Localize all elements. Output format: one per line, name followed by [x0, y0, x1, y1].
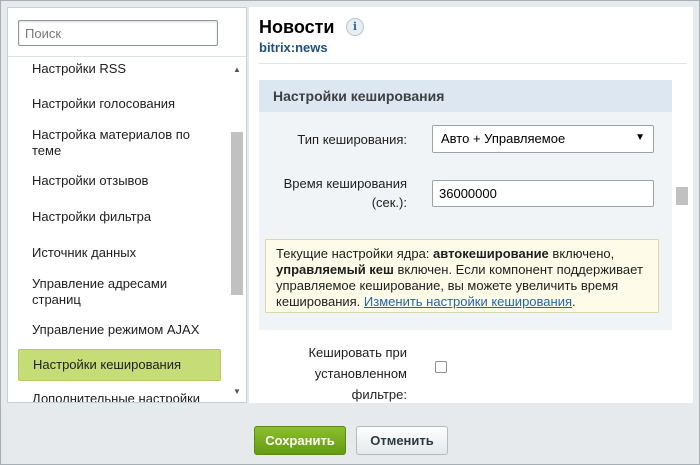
- sidebar-item-data-source[interactable]: Источник данных: [18, 245, 221, 261]
- cache-type-value: Авто + Управляемое: [441, 131, 566, 146]
- scroll-down-icon[interactable]: ▼: [231, 386, 243, 398]
- sidebar-item-additional[interactable]: Дополнительные настройки: [18, 391, 221, 402]
- cache-time-input[interactable]: [432, 180, 654, 207]
- sidebar-item-caching[interactable]: Настройки кеширования: [18, 349, 221, 381]
- notice-text: включено,: [548, 246, 615, 261]
- sidebar-item-related-materials[interactable]: Настройка материалов по теме: [18, 127, 221, 159]
- sidebar-item-ajax-mode[interactable]: Управление режимом AJAX: [18, 322, 221, 338]
- search-input[interactable]: [18, 20, 218, 46]
- main-scrollbar-thumb[interactable]: [676, 187, 688, 205]
- main-scrollbar[interactable]: [672, 71, 689, 401]
- filter-cache-label-line-2: установленном: [314, 366, 407, 381]
- divider: [8, 56, 246, 57]
- sidebar-item-reviews[interactable]: Настройки отзывов: [18, 173, 221, 189]
- change-cache-settings-link[interactable]: Изменить настройки кеширования: [364, 294, 572, 309]
- cancel-button[interactable]: Отменить: [356, 426, 448, 455]
- cache-time-label: Время кеширования (сек.):: [279, 174, 407, 212]
- scroll-up-icon[interactable]: ▲: [231, 64, 243, 76]
- sidebar-item-filter[interactable]: Настройки фильтра: [18, 209, 221, 225]
- cache-time-label-line-2: (сек.):: [371, 195, 407, 210]
- divider: [259, 63, 687, 64]
- sidebar-item-page-urls[interactable]: Управление адресами страниц: [18, 276, 221, 308]
- filter-cache-label-line-3: фильтре:: [351, 387, 407, 402]
- component-settings-dialog: Настройки RSS Настройки голосования Наст…: [0, 0, 700, 465]
- notice-text: Текущие настройки ядра:: [276, 246, 434, 261]
- sidebar-item-voting[interactable]: Настройки голосования: [18, 96, 221, 112]
- component-code: bitrix:news: [259, 40, 328, 55]
- notice-bold-autocache: автокеширование: [433, 246, 549, 261]
- chevron-down-icon: ▼: [635, 132, 645, 143]
- sidebar-item-rss[interactable]: Настройки RSS: [18, 61, 221, 77]
- sidebar-scrollbar-thumb[interactable]: [231, 132, 243, 295]
- info-icon[interactable]: i: [346, 18, 364, 36]
- cache-time-label-line-1: Время кеширования: [283, 176, 407, 191]
- page-title: Новости: [259, 17, 335, 37]
- sidebar-scrollbar[interactable]: ▲ ▼: [231, 60, 246, 402]
- main-content: Новости i bitrix:news Настройки кеширова…: [249, 7, 693, 403]
- filter-cache-checkbox[interactable]: [435, 361, 447, 373]
- cache-notice: Текущие настройки ядра: автокеширование …: [265, 239, 659, 313]
- caching-settings-panel: Настройки кеширования Тип кеширования: А…: [259, 80, 672, 330]
- cache-type-select[interactable]: Авто + Управляемое ▼: [432, 125, 654, 153]
- section-title: Настройки кеширования: [259, 80, 672, 112]
- sidebar: Настройки RSS Настройки голосования Наст…: [7, 7, 247, 403]
- save-button[interactable]: Сохранить: [254, 426, 346, 455]
- notice-text: .: [572, 294, 576, 309]
- cache-type-label: Тип кеширования:: [297, 132, 407, 147]
- filter-cache-label-line-1: Кешировать при: [308, 345, 407, 360]
- filter-cache-label: Кешировать при установленном фильтре:: [259, 342, 407, 403]
- notice-bold-managed-cache: управляемый кеш: [276, 262, 394, 277]
